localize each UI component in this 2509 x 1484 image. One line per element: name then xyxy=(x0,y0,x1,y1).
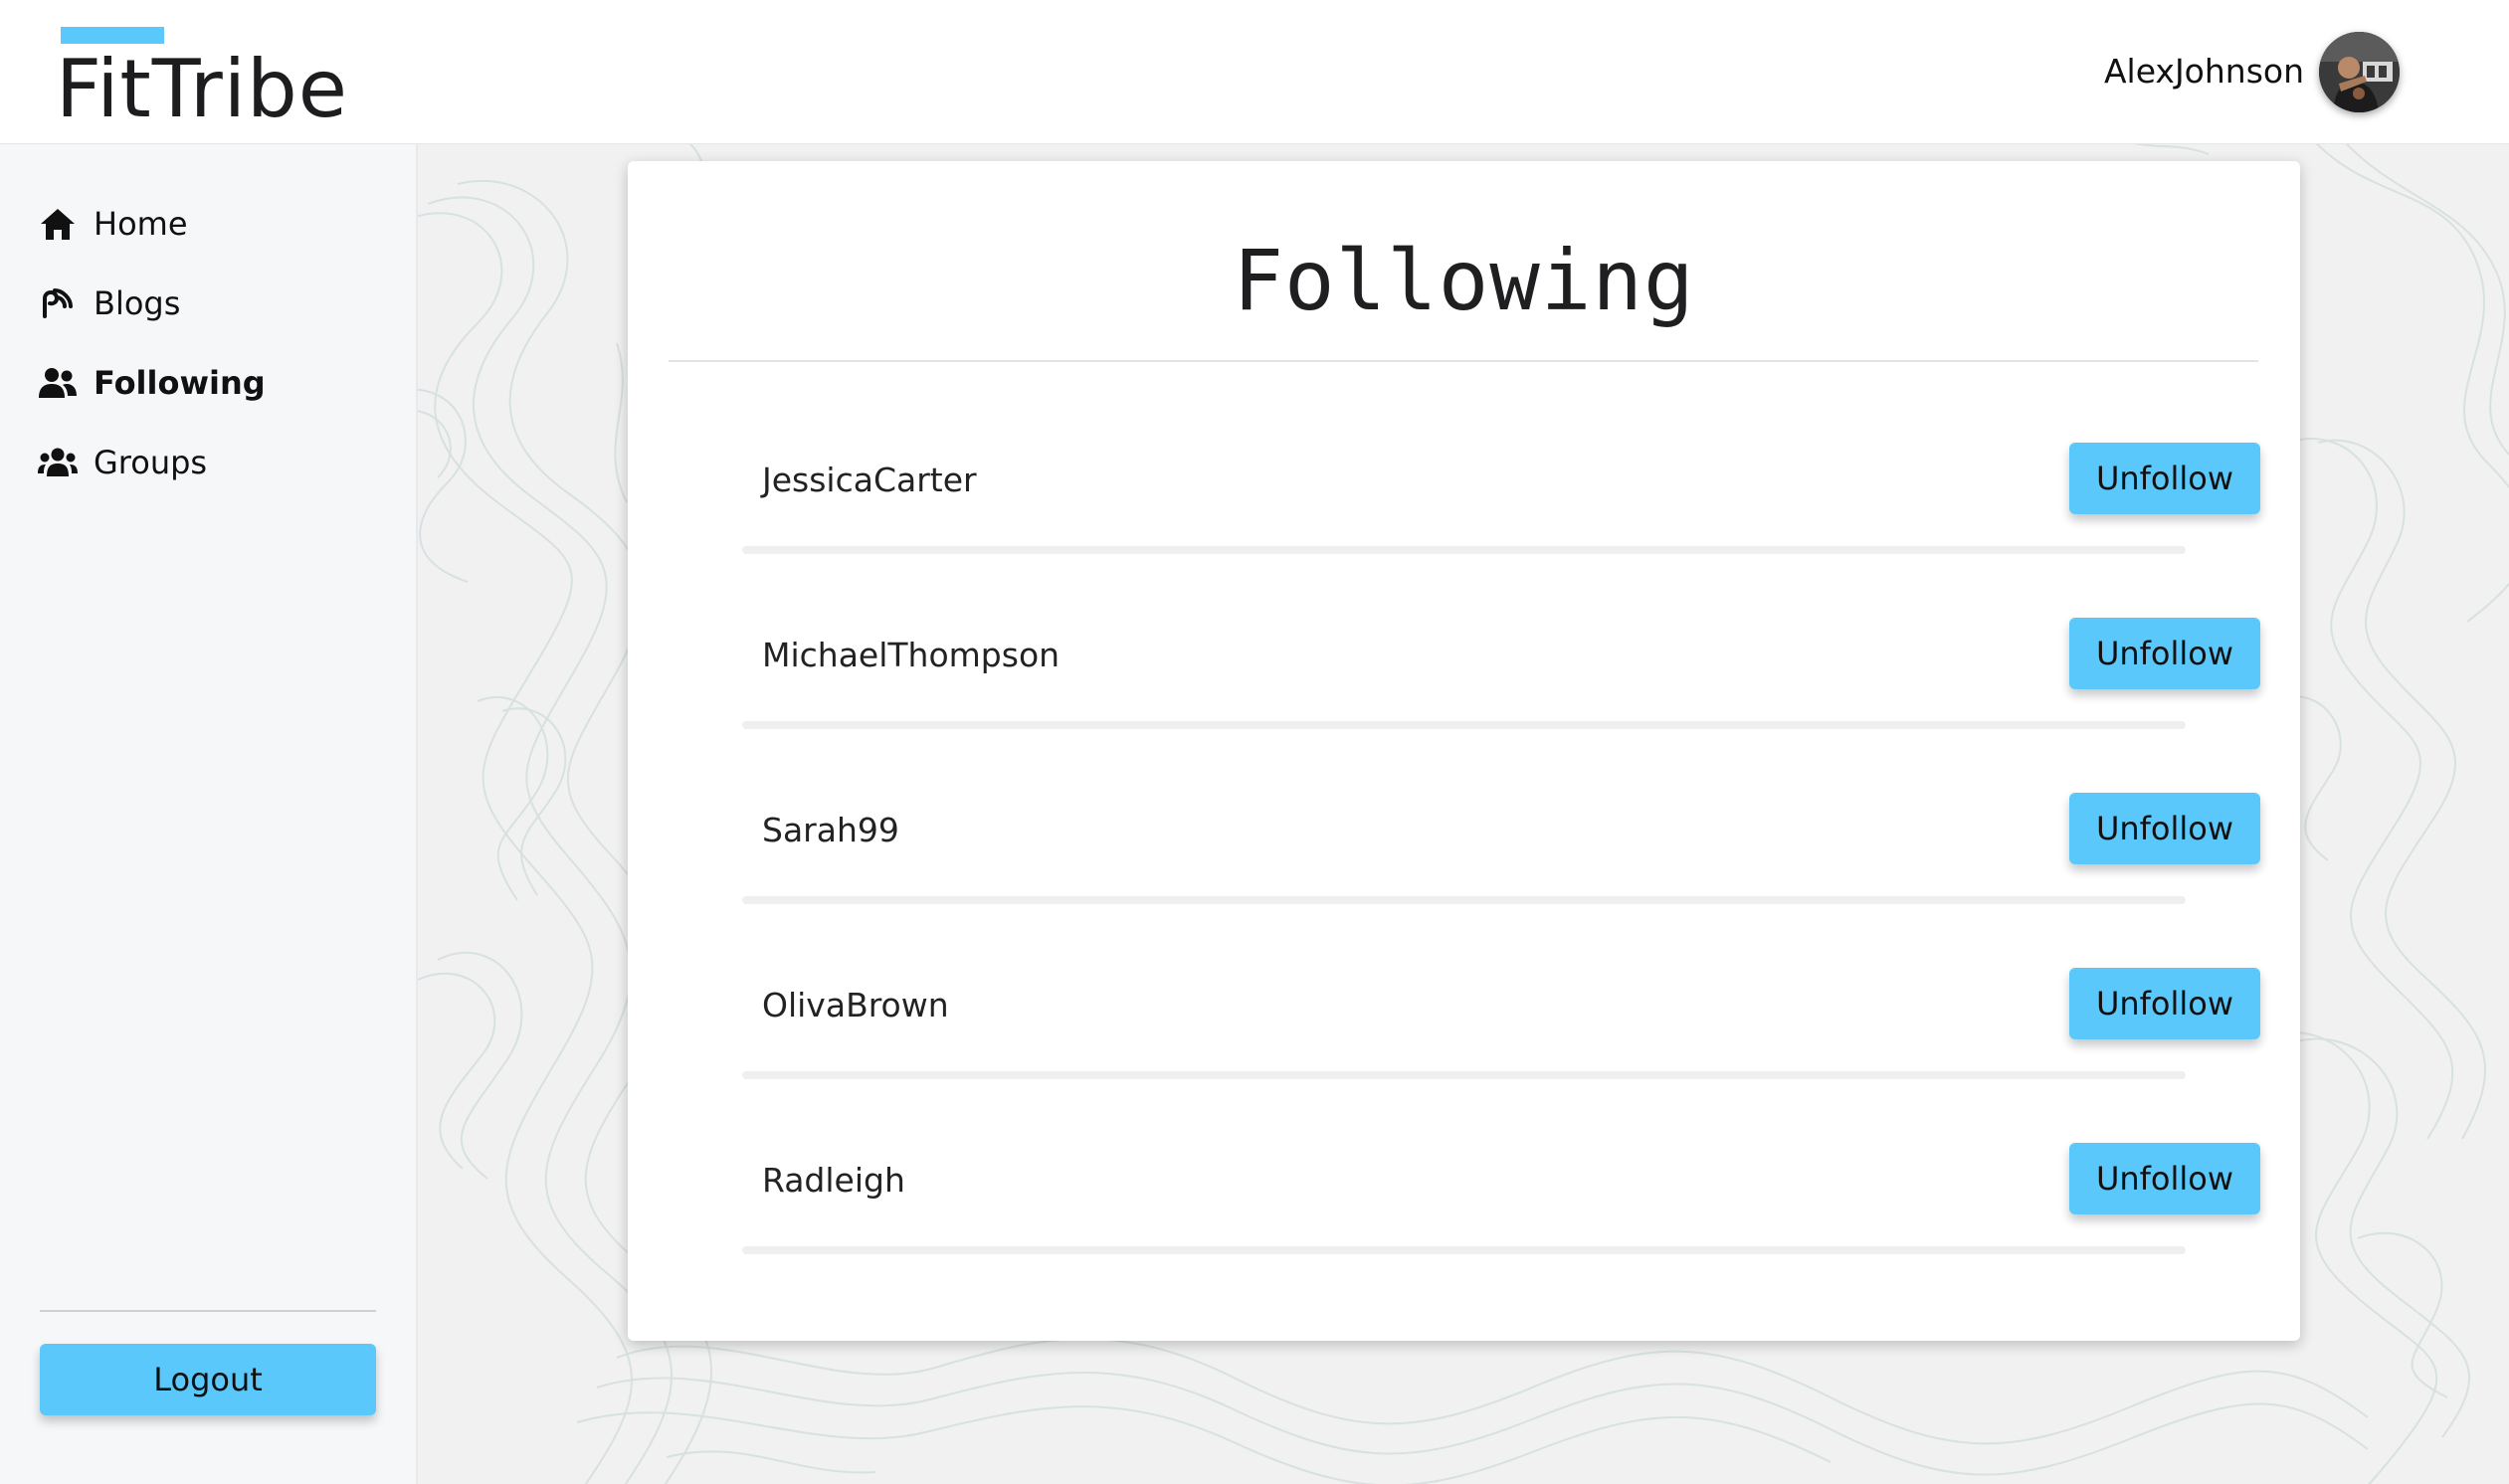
unfollow-button[interactable]: Unfollow xyxy=(2069,618,2260,689)
sidebar-divider xyxy=(40,1310,376,1312)
following-username[interactable]: MichaelThompson xyxy=(762,634,1060,677)
row-separator xyxy=(742,546,2186,554)
following-row: MichaelThompson Unfollow xyxy=(628,600,2300,775)
sidebar-item-label: Blogs xyxy=(94,284,181,322)
following-username[interactable]: JessicaCarter xyxy=(762,459,977,502)
top-header: FitTribe AlexJohnson xyxy=(0,0,2509,144)
page-title: Following xyxy=(1233,232,1695,329)
following-username[interactable]: Sarah99 xyxy=(762,809,899,852)
logout-button[interactable]: Logout xyxy=(40,1344,376,1415)
row-separator xyxy=(742,721,2186,729)
sidebar-item-label: Home xyxy=(94,205,188,243)
sidebar-item-label: Following xyxy=(94,364,266,402)
following-row: OlivaBrown Unfollow xyxy=(628,950,2300,1125)
following-card: Following JessicaCarter Unfollow Michael… xyxy=(628,161,2300,1341)
sidebar-item-following[interactable]: Following xyxy=(38,353,266,413)
sidebar-item-label: Groups xyxy=(94,444,208,481)
following-row: Sarah99 Unfollow xyxy=(628,775,2300,950)
user-avatar[interactable] xyxy=(2319,32,2400,112)
unfollow-button[interactable]: Unfollow xyxy=(2069,793,2260,864)
following-row: JessicaCarter Unfollow xyxy=(628,425,2300,600)
sidebar-item-groups[interactable]: Groups xyxy=(38,433,207,492)
row-separator xyxy=(742,896,2186,904)
home-icon xyxy=(38,204,78,244)
avatar-photo-icon xyxy=(2319,32,2400,112)
sidebar-item-blogs[interactable]: Blogs xyxy=(38,274,180,333)
users-icon xyxy=(38,443,78,482)
following-username[interactable]: Radleigh xyxy=(762,1159,905,1203)
row-separator xyxy=(742,1071,2186,1079)
following-row: Radleigh Unfollow xyxy=(628,1125,2300,1300)
unfollow-button[interactable]: Unfollow xyxy=(2069,968,2260,1039)
row-separator xyxy=(742,1246,2186,1254)
brand-logo[interactable]: FitTribe xyxy=(56,40,348,139)
unfollow-button[interactable]: Unfollow xyxy=(2069,1143,2260,1214)
title-divider xyxy=(669,360,2258,362)
following-username[interactable]: OlivaBrown xyxy=(762,984,949,1027)
blog-icon xyxy=(38,283,78,323)
user-friends-icon xyxy=(38,363,78,403)
sidebar-item-home[interactable]: Home xyxy=(38,194,188,254)
unfollow-button[interactable]: Unfollow xyxy=(2069,443,2260,514)
current-username[interactable]: AlexJohnson xyxy=(2104,50,2304,93)
sidebar: Home Blogs Following Groups Logout xyxy=(0,144,418,1484)
